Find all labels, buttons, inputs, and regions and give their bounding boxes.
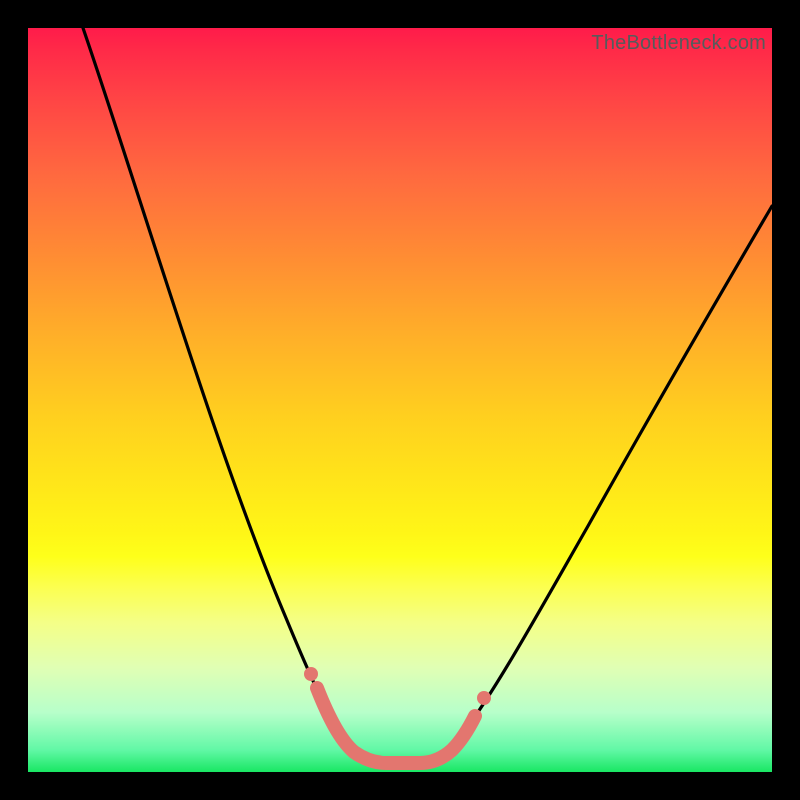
plot-area: TheBottleneck.com <box>28 28 772 772</box>
highlight-segment <box>317 688 475 763</box>
watermark-text: TheBottleneck.com <box>591 32 766 55</box>
curve-overlay <box>28 28 772 772</box>
chart-frame: TheBottleneck.com <box>0 0 800 800</box>
highlight-dot-right <box>477 691 491 705</box>
bottleneck-curve <box>83 28 772 762</box>
highlight-dot-left <box>304 667 318 681</box>
